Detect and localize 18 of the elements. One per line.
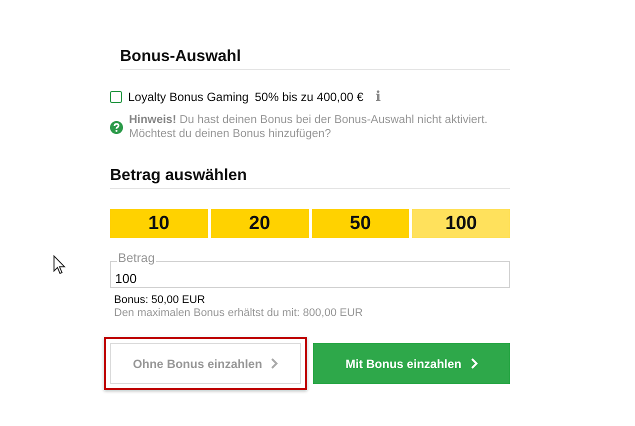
field-label: Betrag [117, 251, 156, 265]
help-icon [110, 120, 123, 134]
section-heading: Bonus-Auswahl [120, 48, 510, 70]
hint-text: Hinweis! Du hast deinen Bonus bei der Bonus-Auswahl nicht aktiviert. Möchtest du deinen Bonus hinzufügen? [129, 113, 489, 141]
amount-preset-button[interactable]: 50 [312, 209, 410, 238]
bonus-amount-text: Bonus: 50,00 EUR [114, 294, 206, 306]
chevron-icon [470, 358, 478, 369]
section-heading: Betrag auswählen [110, 167, 510, 189]
info-icon[interactable]: i [375, 89, 381, 105]
mouse-cursor-icon [53, 255, 66, 275]
amount-preset-button[interactable]: 10 [110, 209, 208, 238]
bonus-checkbox[interactable] [110, 91, 122, 103]
amount-preset-button[interactable]: 20 [210, 209, 308, 238]
amount-preset-button[interactable]: 100 [412, 209, 510, 238]
bonus-option-label[interactable]: Loyalty Bonus Gaming [128, 90, 249, 104]
max-bonus-text: Den maximalen Bonus erhältst du mit: 800,00 EUR [114, 307, 364, 319]
chevron-icon [271, 358, 278, 369]
bonus-option-detail: 50% bis zu 400,00 € [254, 90, 364, 104]
